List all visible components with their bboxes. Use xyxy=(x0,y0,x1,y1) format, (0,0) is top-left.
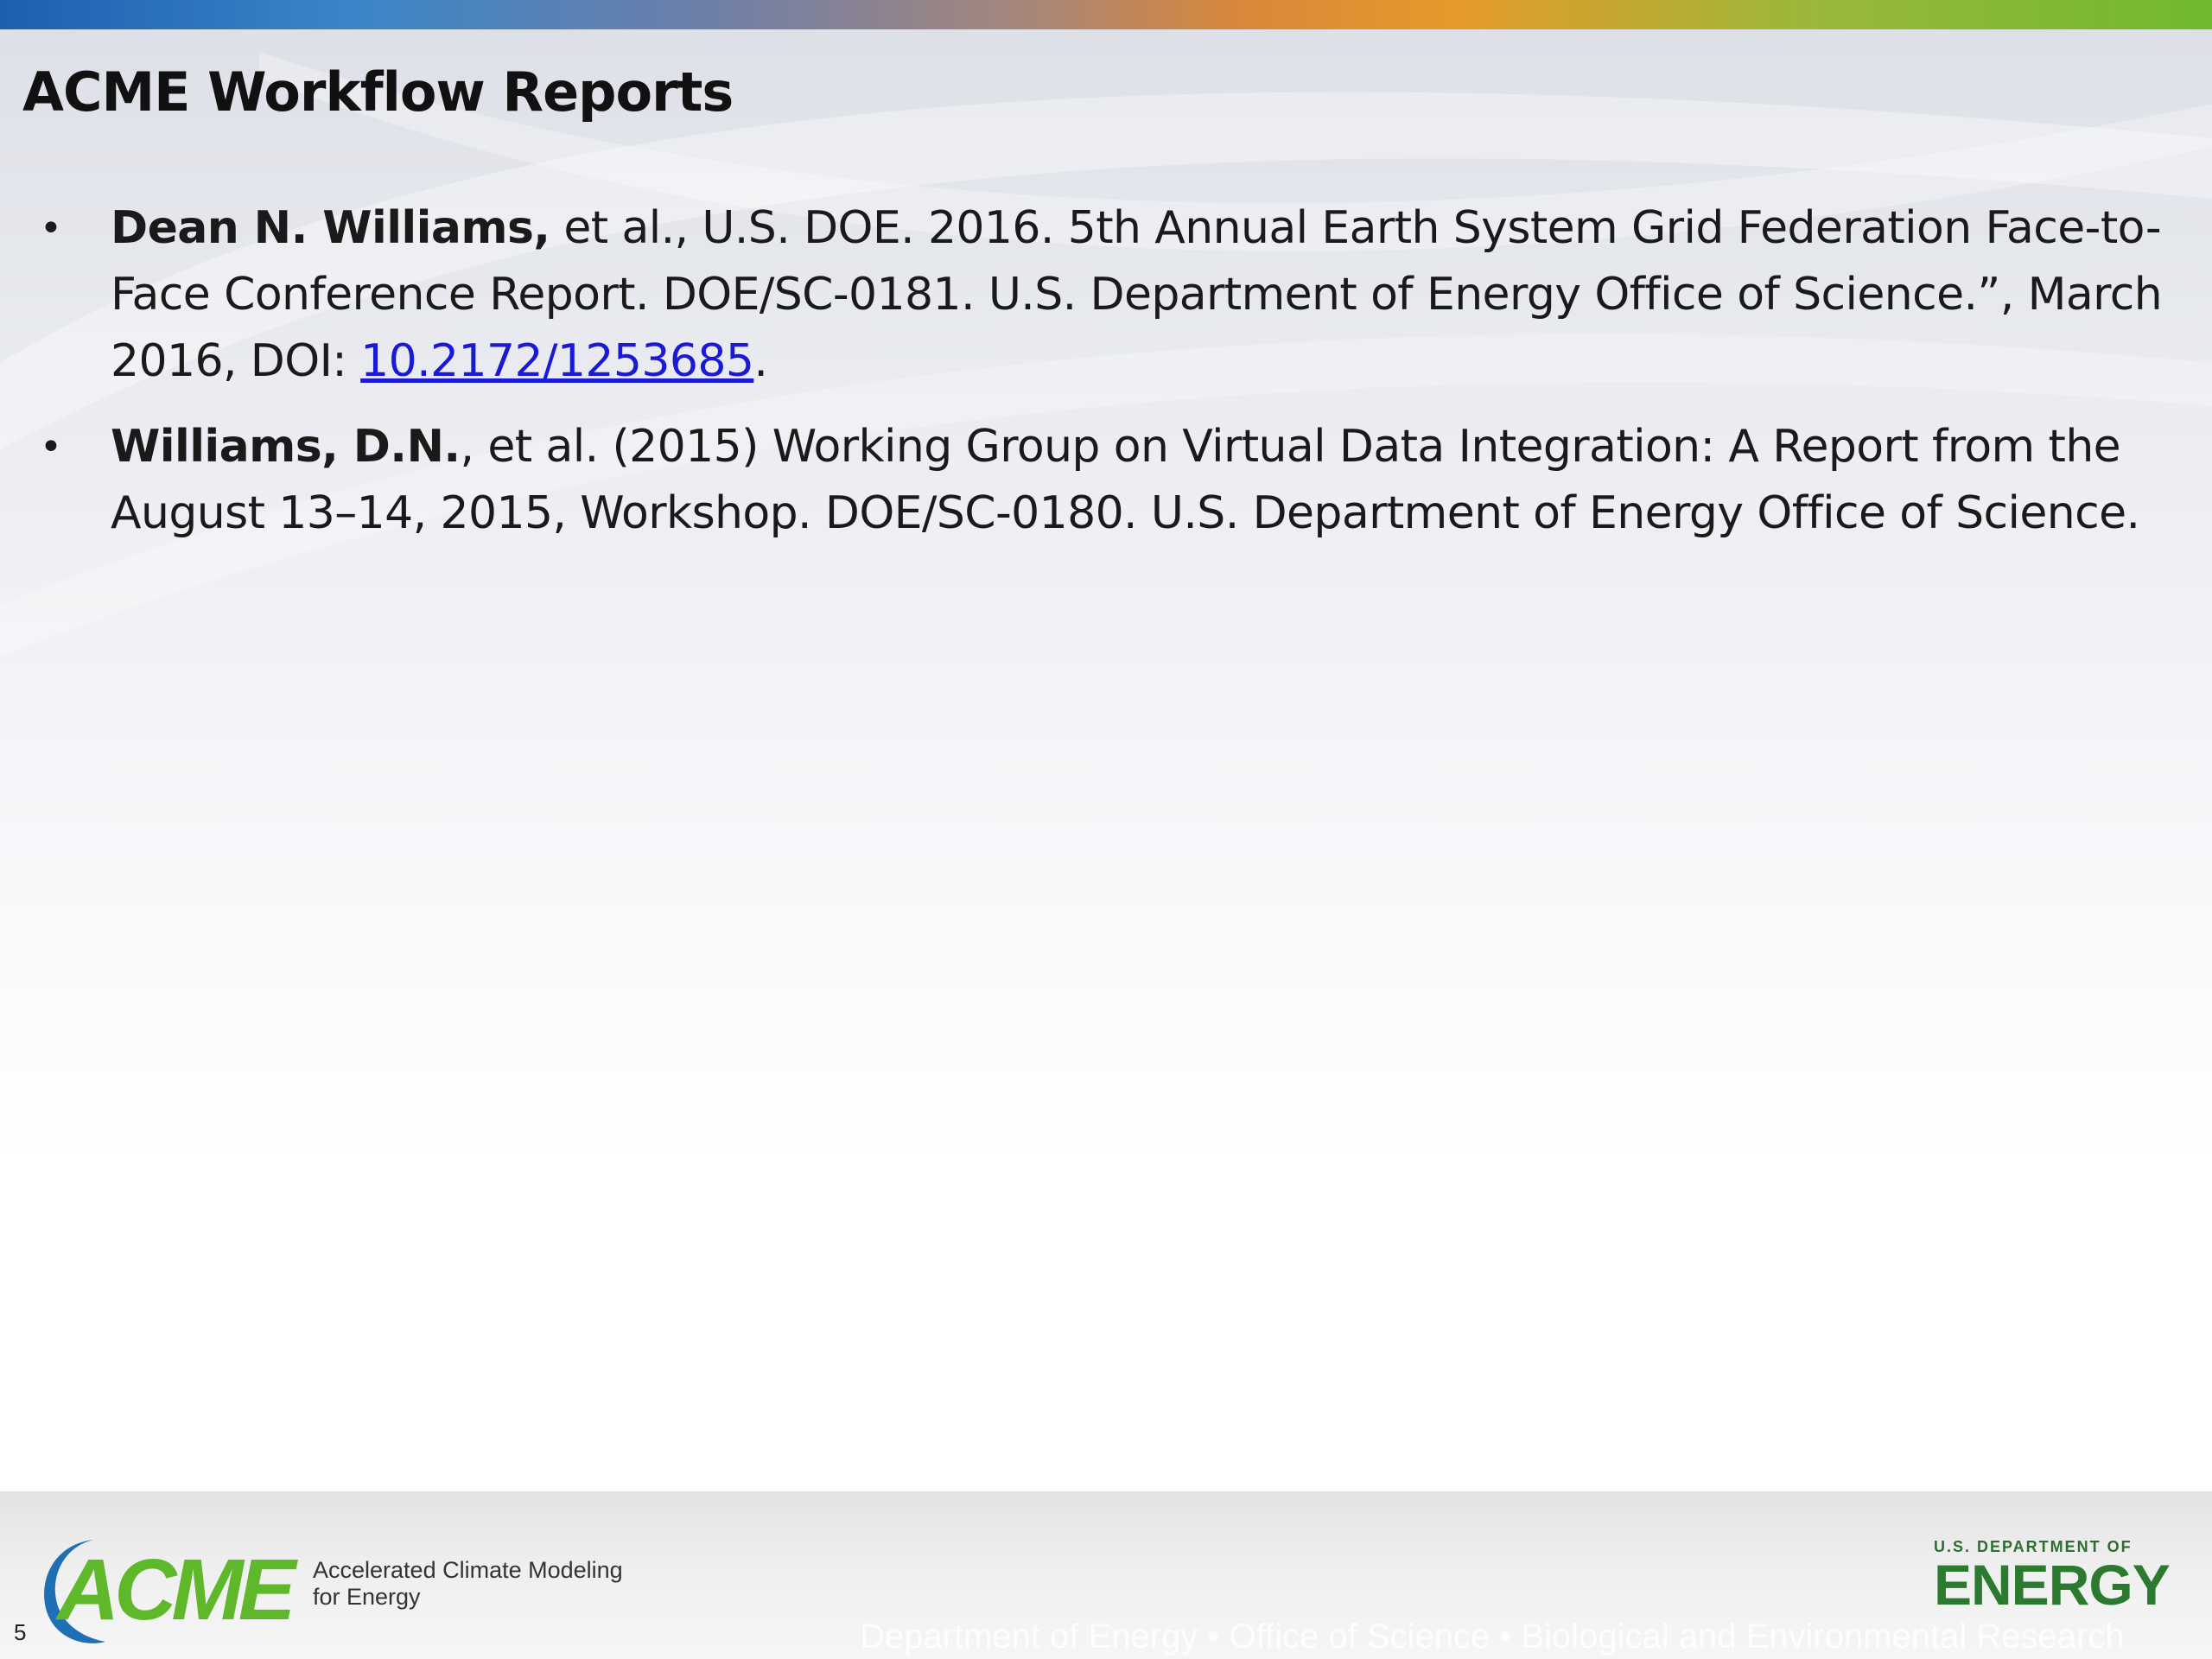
footer-strip-text: Department of Energy • Office of Science… xyxy=(860,1618,2125,1656)
reference-list: • Dean N. Williams, et al., U.S. DOE. 20… xyxy=(35,195,2186,566)
doe-logo-big-text: ENERGY xyxy=(1934,1553,2171,1617)
slide-number: 5 xyxy=(14,1619,27,1645)
reference-author: Dean N. Williams, xyxy=(111,202,550,254)
reference-tail: . xyxy=(753,335,768,387)
reference-item: • Dean N. Williams, et al., U.S. DOE. 20… xyxy=(35,195,2186,395)
acme-logo-text: ACME xyxy=(54,1541,299,1638)
doi-link[interactable]: 10.2172/1253685 xyxy=(360,335,754,387)
slide-footer: ACME Accelerated Climate Modeling for En… xyxy=(0,1491,2212,1659)
bullet-point: • xyxy=(40,207,62,251)
acme-subtitle: Accelerated Climate Modeling for Energy xyxy=(313,1557,623,1611)
acme-subtitle-line: for Energy xyxy=(313,1584,421,1610)
slide-title: ACME Workflow Reports xyxy=(22,60,734,124)
reference-item: • Williams, D.N., et al. (2015) Working … xyxy=(35,414,2186,547)
acme-logo: ACME xyxy=(44,1540,304,1643)
bullet-point: • xyxy=(40,425,62,469)
doe-logo: U.S. DEPARTMENT OF ENERGY xyxy=(1934,1538,2171,1617)
acme-subtitle-line: Accelerated Climate Modeling xyxy=(313,1557,623,1583)
reference-author: Williams, D.N. xyxy=(111,421,461,473)
slide: ACME Workflow Reports • Dean N. Williams… xyxy=(0,0,2212,1659)
